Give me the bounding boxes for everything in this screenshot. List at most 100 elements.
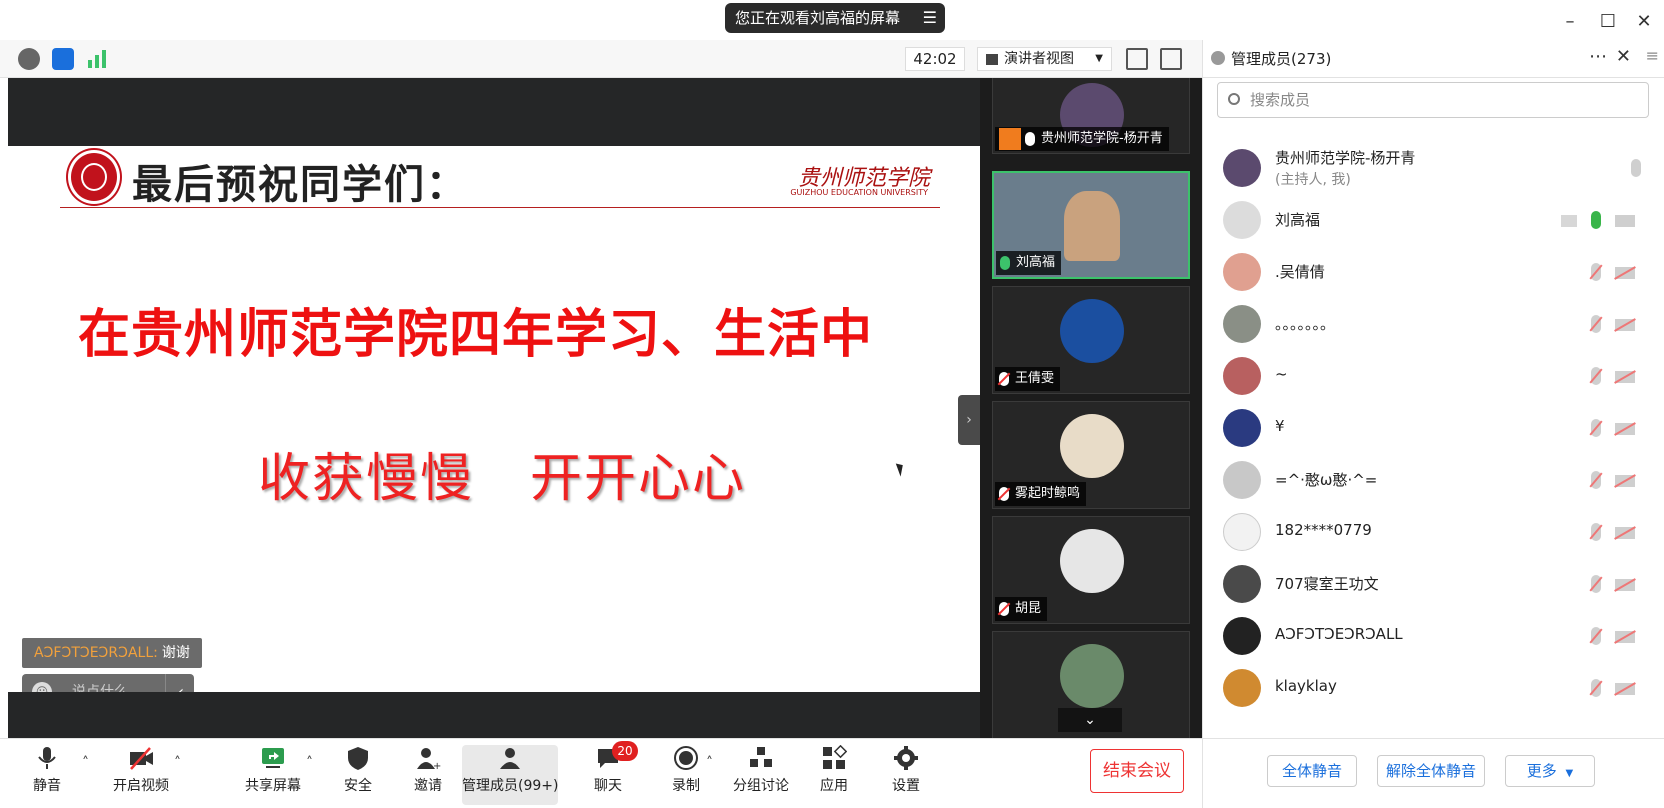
avatar xyxy=(1223,565,1261,603)
mic-muted-icon[interactable] xyxy=(1591,575,1601,593)
settings-button[interactable]: 设置 xyxy=(884,745,928,805)
camera-off-icon[interactable] xyxy=(1615,527,1635,539)
mic-muted-icon[interactable] xyxy=(1591,471,1601,489)
view-mode-dropdown[interactable]: 演讲者视图 ▼ xyxy=(977,47,1112,71)
banner-menu-icon[interactable]: ☰ xyxy=(923,3,937,33)
video-tile[interactable]: 雾起时鲸鸣 xyxy=(992,401,1190,509)
member-row[interactable]: klayklay xyxy=(1203,661,1664,715)
mute-all-button[interactable]: 全体静音 xyxy=(1267,755,1357,787)
invite-button[interactable]: + 邀请 xyxy=(406,745,450,805)
member-row[interactable]: ¥ xyxy=(1203,401,1664,455)
avatar xyxy=(1223,513,1261,551)
camera-off-icon[interactable] xyxy=(1615,475,1635,487)
video-tile-name: 王倩雯 xyxy=(1015,371,1055,386)
video-tile[interactable]: 胡昆 xyxy=(992,516,1190,624)
video-tile[interactable]: 贵州师范学院-杨开青 xyxy=(992,78,1190,154)
member-row[interactable]: 707寝室王功文 xyxy=(1203,557,1664,611)
breakout-rooms-button[interactable]: 分组讨论 xyxy=(730,745,792,805)
chevron-up-icon[interactable]: ˄ xyxy=(174,755,181,771)
shield-icon xyxy=(348,747,368,770)
video-strip: 贵州师范学院-杨开青 刘高福 王倩雯 雾起时鲸鸣 胡昆 ⌄ xyxy=(980,78,1202,738)
chevron-down-icon[interactable]: ⌄ xyxy=(1058,708,1122,732)
chevron-up-icon[interactable]: ˄ xyxy=(706,755,713,771)
participants-panel: 管理成员(273) ⋯ ✕ ≡ 搜索成员 贵州师范学院-杨开青 (主持人, 我)… xyxy=(1202,40,1664,738)
member-row[interactable]: AↃFↃTↃEↃRↃALL xyxy=(1203,609,1664,663)
more-options-icon[interactable]: ⋯ xyxy=(1589,46,1607,67)
security-button[interactable]: 安全 xyxy=(336,745,380,805)
mic-muted-icon[interactable] xyxy=(1591,263,1601,281)
chevron-down-icon: ▼ xyxy=(1095,53,1103,64)
mic-muted-icon[interactable] xyxy=(1591,627,1601,645)
share-screen-button[interactable]: 共享屏幕 xyxy=(240,745,306,805)
camera-off-icon[interactable] xyxy=(1615,423,1635,435)
minimize-icon[interactable]: – xyxy=(1558,10,1582,34)
end-meeting-button[interactable]: 结束会议 xyxy=(1090,749,1184,793)
fullscreen-icon[interactable] xyxy=(1126,48,1148,70)
camera-off-icon[interactable] xyxy=(1615,267,1635,279)
emoji-icon[interactable]: ☺ xyxy=(32,682,52,692)
member-row[interactable]: 贵州师范学院-杨开青 (主持人, 我) xyxy=(1203,141,1664,195)
mic-muted-icon[interactable] xyxy=(1591,523,1601,541)
start-video-button[interactable]: 开启视频 xyxy=(106,745,176,805)
slide-line-2b: 开开心心 xyxy=(530,449,747,509)
member-name: =^·憨ω憨·^= xyxy=(1275,471,1378,489)
chevron-up-icon[interactable]: ˄ xyxy=(306,755,313,771)
member-row[interactable]: =^·憨ω憨·^= xyxy=(1203,453,1664,507)
video-tile-nametag: 胡昆 xyxy=(995,597,1048,621)
mute-button[interactable]: 静音 xyxy=(20,745,74,805)
camera-off-icon[interactable] xyxy=(1615,631,1635,643)
maximize-icon[interactable]: ☐ xyxy=(1596,10,1620,34)
chat-quick-input[interactable]: ☺ 说点什么... ‹ xyxy=(22,674,194,692)
camera-off-icon[interactable] xyxy=(1615,319,1635,331)
mic-icon xyxy=(1025,131,1035,146)
mic-muted-icon[interactable] xyxy=(1591,367,1601,385)
shield-icon[interactable] xyxy=(52,48,74,70)
search-members-input[interactable]: 搜索成员 xyxy=(1217,82,1649,118)
camera-icon[interactable] xyxy=(1615,215,1635,227)
member-row[interactable]: ~ xyxy=(1203,349,1664,403)
member-row[interactable]: 182****0779 xyxy=(1203,505,1664,559)
avatar xyxy=(1060,529,1124,593)
sidebar-toggle-icon[interactable] xyxy=(1160,48,1182,70)
chat-button[interactable]: 聊天 20 xyxy=(586,741,638,805)
close-icon[interactable]: ✕ xyxy=(1632,10,1656,34)
unmute-all-button[interactable]: 解除全体静音 xyxy=(1377,755,1485,787)
mic-muted-icon[interactable] xyxy=(1591,679,1601,697)
collapse-strip-handle[interactable]: › xyxy=(958,395,980,445)
meeting-timer: 42:02 xyxy=(905,47,965,71)
manage-participants-button[interactable]: 管理成员(99+) xyxy=(462,745,558,805)
more-button[interactable]: 更多 ▼ xyxy=(1505,755,1595,787)
member-row[interactable]: .吴倩倩 xyxy=(1203,245,1664,299)
camera-off-icon[interactable] xyxy=(1615,683,1635,695)
chevron-left-icon[interactable]: ‹ xyxy=(164,674,184,692)
shared-screen-area: 最后预祝同学们： 贵州师范学院 GUIZHOU EDUCATION UNIVER… xyxy=(8,78,980,738)
more-label: 更多 xyxy=(1526,762,1557,780)
mic-muted-icon xyxy=(999,371,1009,386)
chevron-up-icon[interactable]: ˄ xyxy=(82,755,89,771)
mic-muted-icon[interactable] xyxy=(1591,315,1601,333)
close-icon[interactable]: ✕ xyxy=(1616,46,1631,67)
record-button[interactable]: 录制 xyxy=(664,745,708,805)
member-row[interactable]: 。。。。。。。 xyxy=(1203,297,1664,351)
mic-muted-icon[interactable] xyxy=(1591,419,1601,437)
screen-share-banner[interactable]: 您正在观看刘高福的屏幕 ☰ xyxy=(725,3,945,33)
participants-icon xyxy=(500,748,520,769)
video-tile-active[interactable]: 刘高福 xyxy=(992,171,1190,279)
apps-button[interactable]: 应用 xyxy=(812,745,856,805)
mic-icon[interactable] xyxy=(1631,159,1641,177)
avatar xyxy=(1223,305,1261,343)
info-icon[interactable] xyxy=(18,48,40,70)
camera-off-icon[interactable] xyxy=(1615,371,1635,383)
presentation-slide: 最后预祝同学们： 贵州师范学院 GUIZHOU EDUCATION UNIVER… xyxy=(8,146,980,692)
chat-message-bubble: AↃFↃTↃEↃRↃALL: 谢谢 xyxy=(22,638,202,668)
mic-icon[interactable] xyxy=(1591,211,1601,229)
member-row[interactable]: 刘高福 xyxy=(1203,193,1664,247)
unread-badge: 20 xyxy=(612,741,638,761)
camera-off-icon[interactable] xyxy=(1615,579,1635,591)
video-tile-name: 贵州师范学院-杨开青 xyxy=(1041,131,1163,146)
video-tile[interactable]: 王倩雯 xyxy=(992,286,1190,394)
avatar xyxy=(1223,669,1261,707)
avatar xyxy=(1223,149,1261,187)
menu-icon[interactable]: ≡ xyxy=(1646,46,1659,65)
signal-icon[interactable] xyxy=(86,48,108,70)
